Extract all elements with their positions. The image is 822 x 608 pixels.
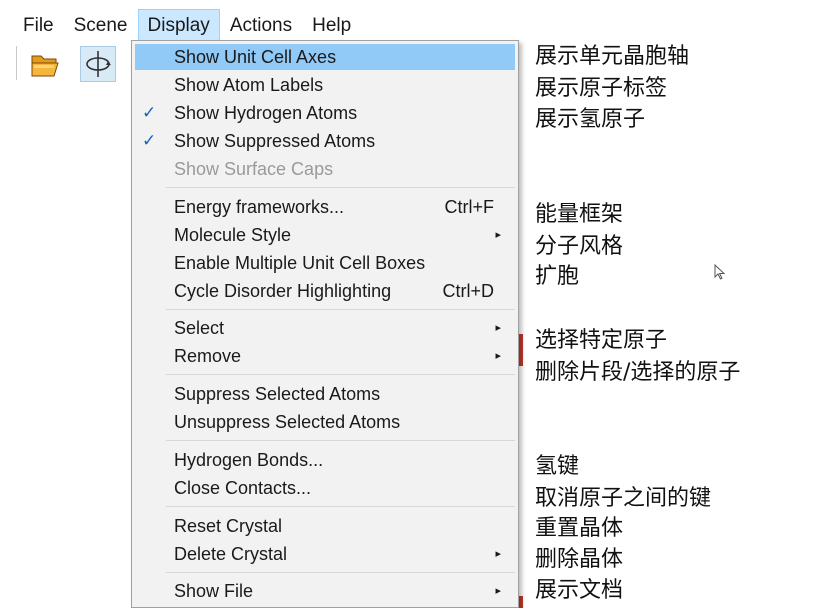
menu-item-shortcut: Ctrl+F (444, 197, 495, 217)
menu-item-label: Energy frameworks... (174, 197, 345, 217)
submenu-arrow-icon: ▸ (495, 350, 501, 362)
open-folder-icon (31, 55, 59, 77)
menu-item-label: Show Suppressed Atoms (174, 131, 376, 151)
menu-item-label: Show Surface Caps (174, 159, 334, 179)
toolbar-grip (16, 46, 20, 80)
menu-item-label: Unsuppress Selected Atoms (174, 412, 401, 432)
menu-item-label: Delete Crystal (174, 544, 288, 564)
menu-item-enable-multiple-unit-cell-boxes[interactable]: Enable Multiple Unit Cell Boxes (135, 250, 515, 276)
menu-actions[interactable]: Actions (220, 9, 302, 41)
open-folder-button[interactable] (28, 46, 64, 82)
menu-item-select[interactable]: Select ▸ (135, 315, 515, 341)
menu-item-label: Show Unit Cell Axes (174, 47, 337, 67)
menu-item-show-file[interactable]: Show File ▸ (135, 578, 515, 604)
menu-item-shortcut: Ctrl+D (442, 281, 494, 301)
note-remove-fragments: 删除片段/选择的原子 (535, 360, 741, 385)
menu-item-show-atom-labels[interactable]: Show Atom Labels (135, 72, 515, 98)
menu-item-unsuppress-selected-atoms[interactable]: Unsuppress Selected Atoms (135, 409, 515, 435)
menu-item-label: Close Contacts... (174, 478, 312, 498)
menu-item-remove[interactable]: Remove ▸ (135, 343, 515, 369)
menu-item-suppress-selected-atoms[interactable]: Suppress Selected Atoms (135, 381, 515, 407)
menu-item-molecule-style[interactable]: Molecule Style ▸ (135, 222, 515, 248)
menu-item-delete-crystal[interactable]: Delete Crystal ▸ (135, 541, 515, 567)
menu-item-label: Hydrogen Bonds... (174, 450, 324, 470)
menu-item-label: Remove (174, 346, 242, 366)
submenu-arrow-icon: ▸ (495, 585, 501, 597)
menu-display[interactable]: Display (137, 9, 220, 41)
menu-item-hydrogen-bonds[interactable]: Hydrogen Bonds... (135, 447, 515, 473)
note-hydrogen-atoms: 展示氢原子 (535, 107, 646, 132)
menu-item-label: Enable Multiple Unit Cell Boxes (174, 253, 426, 273)
menu-item-label: Select (174, 318, 225, 338)
menu-help[interactable]: Help (302, 9, 361, 41)
menu-item-show-hydrogen-atoms[interactable]: ✓ Show Hydrogen Atoms (135, 100, 515, 126)
menu-item-reset-crystal[interactable]: Reset Crystal (135, 513, 515, 539)
display-menu-dropdown: Show Unit Cell Axes Show Atom Labels ✓ S… (131, 40, 519, 608)
note-expand-cell: 扩胞 (535, 264, 580, 289)
menu-item-show-unit-cell-axes[interactable]: Show Unit Cell Axes (135, 44, 515, 70)
note-atom-labels: 展示原子标签 (535, 76, 668, 101)
menu-item-label: Show File (174, 581, 254, 601)
submenu-arrow-icon: ▸ (495, 548, 501, 560)
menu-separator (166, 572, 515, 573)
submenu-arrow-icon: ▸ (495, 322, 501, 334)
menu-item-cycle-disorder-highlighting[interactable]: Cycle Disorder Highlighting Ctrl+D (135, 278, 515, 304)
menu-item-label: Molecule Style (174, 225, 292, 245)
menu-item-show-surface-caps: Show Surface Caps (135, 156, 515, 182)
checkmark-icon: ✓ (142, 103, 157, 122)
note-close-contacts: 取消原子之间的键 (535, 486, 712, 511)
rotate-axes-icon (86, 51, 111, 77)
menu-item-label: Suppress Selected Atoms (174, 384, 381, 404)
note-select-atoms: 选择特定原子 (535, 328, 668, 353)
menu-bar: File Scene Display Actions Help (0, 8, 420, 42)
menu-item-energy-frameworks[interactable]: Energy frameworks... Ctrl+F (135, 194, 515, 220)
menu-separator (166, 440, 515, 441)
menu-item-label: Show Atom Labels (174, 75, 324, 95)
note-unit-cell-axes: 展示单元晶胞轴 (535, 44, 690, 69)
menu-item-label: Cycle Disorder Highlighting (174, 281, 392, 301)
submenu-arrow-icon: ▸ (495, 229, 501, 241)
toolbar (16, 44, 136, 84)
note-molecule-style: 分子风格 (535, 234, 624, 259)
background-canvas-edge (519, 596, 523, 608)
menu-item-close-contacts[interactable]: Close Contacts... (135, 475, 515, 501)
note-reset-crystal: 重置晶体 (535, 516, 624, 541)
background-canvas-edge (519, 334, 523, 366)
note-energy-frameworks: 能量框架 (535, 202, 624, 227)
menu-separator (166, 187, 515, 188)
checkmark-icon: ✓ (142, 131, 157, 150)
menu-separator (166, 374, 515, 375)
menu-separator (166, 506, 515, 507)
note-delete-crystal: 删除晶体 (535, 547, 624, 572)
menu-file[interactable]: File (0, 9, 64, 41)
mouse-cursor-icon (714, 264, 726, 280)
note-hydrogen-bonds: 氢键 (535, 454, 580, 479)
note-show-file: 展示文档 (535, 578, 624, 603)
menu-item-show-suppressed-atoms[interactable]: ✓ Show Suppressed Atoms (135, 128, 515, 154)
menu-item-label: Reset Crystal (174, 516, 283, 536)
menu-item-label: Show Hydrogen Atoms (174, 103, 358, 123)
menu-separator (166, 309, 515, 310)
rotate-tool-button[interactable] (80, 46, 116, 82)
menu-scene[interactable]: Scene (64, 9, 138, 41)
